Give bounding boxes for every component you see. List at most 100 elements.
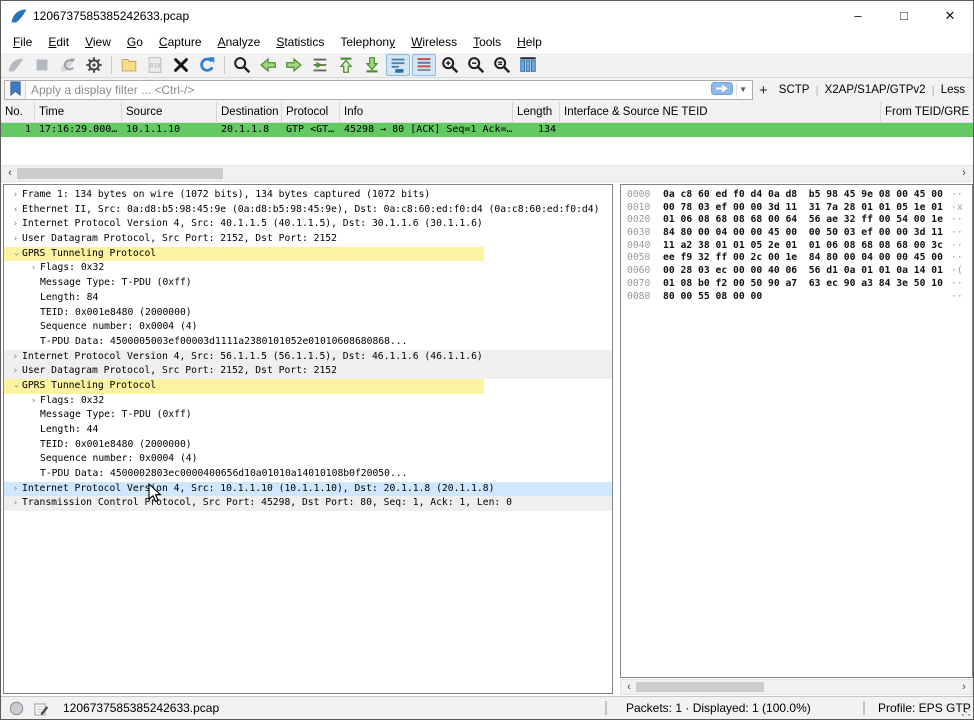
collapsed-chevron-icon[interactable]: › xyxy=(9,496,22,511)
maximize-button[interactable]: □ xyxy=(881,1,927,31)
detail-row[interactable]: ›User Datagram Protocol, Src Port: 2152,… xyxy=(4,232,612,247)
hex-row[interactable]: 004011 a2 38 01 01 05 2e 01 01 06 08 68 … xyxy=(621,240,972,253)
column-header-length[interactable]: Length xyxy=(513,102,560,122)
filter-bookmark-button[interactable] xyxy=(5,81,26,99)
filter-less-button[interactable]: Less xyxy=(936,84,970,96)
detail-row[interactable]: Sequence number: 0x0004 (4) xyxy=(4,320,612,335)
colorize-toggle[interactable] xyxy=(412,54,436,76)
detail-row[interactable]: ›Internet Protocol Version 4, Src: 40.1.… xyxy=(4,217,612,232)
detail-row[interactable]: ›Flags: 0x32 xyxy=(4,261,612,276)
go-to-packet-button[interactable] xyxy=(308,54,332,76)
hex-row[interactable]: 008080 00 55 08 00 00·· xyxy=(621,291,972,304)
resize-columns-button[interactable] xyxy=(516,54,540,76)
packet-details-pane[interactable]: ›Frame 1: 134 bytes on wire (1072 bits),… xyxy=(3,184,613,694)
add-filter-button[interactable]: + xyxy=(753,82,774,99)
hex-row[interactable]: 001000 78 03 ef 00 00 3d 11 31 7a 28 01 … xyxy=(621,202,972,215)
menu-item-file[interactable]: File xyxy=(5,31,40,53)
column-header-source[interactable]: Source xyxy=(122,102,217,122)
expert-info-button[interactable] xyxy=(9,701,24,719)
detail-row[interactable]: ›GPRS Tunneling Protocol xyxy=(4,247,612,262)
detail-row[interactable]: Sequence number: 0x0004 (4) xyxy=(4,452,612,467)
close-file-button[interactable] xyxy=(169,54,193,76)
detail-row[interactable]: ›GPRS Tunneling Protocol xyxy=(4,379,612,394)
detail-row[interactable]: Message Type: T-PDU (0xff) xyxy=(4,276,612,291)
collapsed-chevron-icon[interactable]: › xyxy=(9,482,22,497)
expanded-chevron-icon[interactable]: › xyxy=(8,380,23,393)
menu-item-capture[interactable]: Capture xyxy=(151,31,210,53)
menu-item-telephony[interactable]: Telephony xyxy=(332,31,403,53)
detail-row[interactable]: ›Internet Protocol Version 4, Src: 10.1.… xyxy=(4,482,612,497)
detail-row[interactable]: ›Transmission Control Protocol, Src Port… xyxy=(4,496,612,511)
close-button[interactable]: ✕ xyxy=(927,1,973,31)
detail-row[interactable]: ›Internet Protocol Version 4, Src: 56.1.… xyxy=(4,350,612,365)
column-header-destination[interactable]: Destination xyxy=(217,102,282,122)
expanded-chevron-icon[interactable]: › xyxy=(8,248,23,261)
go-to-bottom-button[interactable] xyxy=(360,54,384,76)
column-header-from-teid-gre-ke[interactable]: From TEID/GRE Ke xyxy=(881,102,974,122)
detail-row[interactable]: T-PDU Data: 4500005003ef00003d1111a23801… xyxy=(4,335,612,350)
detail-row[interactable]: Message Type: T-PDU (0xff) xyxy=(4,408,612,423)
hex-dump-pane[interactable]: 00000a c8 60 ed f0 d4 0a d8 b5 98 45 9e … xyxy=(620,184,973,678)
collapsed-chevron-icon[interactable]: › xyxy=(27,394,40,409)
filter-shortcut-sctp[interactable]: SCTP xyxy=(774,84,815,96)
scroll-right-icon[interactable]: › xyxy=(957,680,971,694)
collapsed-chevron-icon[interactable]: › xyxy=(27,261,40,276)
filter-shortcut-x2ap-s1ap-gtpv2[interactable]: X2AP/S1AP/GTPv2 xyxy=(820,84,931,96)
packet-row-1[interactable]: 117:16:29.000…10.1.1.1020.1.1.8GTP <GT…4… xyxy=(1,123,973,137)
column-header-protocol[interactable]: Protocol xyxy=(282,102,340,122)
detail-row[interactable]: TEID: 0x001e8480 (2000000) xyxy=(4,438,612,453)
detail-row[interactable]: ›Ethernet II, Src: 0a:d8:b5:98:45:9e (0a… xyxy=(4,203,612,218)
detail-row[interactable]: ›Flags: 0x32 xyxy=(4,394,612,409)
column-header-time[interactable]: Time xyxy=(35,102,122,122)
zoom-reset-button[interactable] xyxy=(490,54,514,76)
menu-item-help[interactable]: Help xyxy=(509,31,550,53)
capture-comment-button[interactable] xyxy=(33,701,49,720)
column-header-no-[interactable]: No. xyxy=(1,102,35,122)
column-header-interface-source-ne-teid[interactable]: Interface & Source NE TEID xyxy=(560,102,881,122)
filter-dropdown-button[interactable]: ▼ xyxy=(736,83,752,97)
go-to-top-button[interactable] xyxy=(334,54,358,76)
menu-item-edit[interactable]: Edit xyxy=(40,31,77,53)
packet-list-hscrollbar[interactable]: ‹ › xyxy=(1,165,973,182)
stop-capture-button[interactable] xyxy=(30,54,54,76)
zoom-in-button[interactable] xyxy=(438,54,462,76)
auto-scroll-toggle[interactable] xyxy=(386,54,410,76)
detail-row[interactable]: ›User Datagram Protocol, Src Port: 2152,… xyxy=(4,364,612,379)
hex-row[interactable]: 002001 06 08 68 08 68 00 64 56 ae 32 ff … xyxy=(621,214,972,227)
menu-item-view[interactable]: View xyxy=(77,31,119,53)
minimize-button[interactable]: – xyxy=(835,1,881,31)
open-file-button[interactable] xyxy=(117,54,141,76)
scroll-right-icon[interactable]: › xyxy=(957,166,971,181)
menu-item-statistics[interactable]: Statistics xyxy=(268,31,332,53)
detail-row[interactable]: TEID: 0x001e8480 (2000000) xyxy=(4,306,612,321)
collapsed-chevron-icon[interactable]: › xyxy=(9,350,22,365)
display-filter-input[interactable]: Apply a display filter ... <Ctrl-/> ▼ xyxy=(4,80,753,100)
start-capture-button[interactable] xyxy=(4,54,28,76)
find-packet-button[interactable] xyxy=(230,54,254,76)
save-file-button[interactable]: 010 xyxy=(143,54,167,76)
restart-capture-button[interactable] xyxy=(56,54,80,76)
menu-item-tools[interactable]: Tools xyxy=(465,31,509,53)
go-forward-button[interactable] xyxy=(282,54,306,76)
apply-filter-button[interactable] xyxy=(711,82,733,98)
hex-row[interactable]: 0050ee f9 32 ff 00 2c 00 1e 84 80 00 04 … xyxy=(621,252,972,265)
detail-row[interactable]: Length: 44 xyxy=(4,423,612,438)
menu-item-analyze[interactable]: Analyze xyxy=(210,31,269,53)
scroll-left-icon[interactable]: ‹ xyxy=(622,680,636,694)
collapsed-chevron-icon[interactable]: › xyxy=(9,364,22,379)
hex-row[interactable]: 003084 80 00 04 00 00 45 00 00 50 03 ef … xyxy=(621,227,972,240)
reload-file-button[interactable] xyxy=(195,54,219,76)
collapsed-chevron-icon[interactable]: › xyxy=(9,232,22,247)
hex-row[interactable]: 00000a c8 60 ed f0 d4 0a d8 b5 98 45 9e … xyxy=(621,189,972,202)
hex-row[interactable]: 007001 08 b0 f2 00 50 90 a7 63 ec 90 a3 … xyxy=(621,278,972,291)
scrollbar-thumb[interactable] xyxy=(17,168,223,179)
status-profile[interactable]: Profile: EPS GTP xyxy=(878,697,971,719)
resize-grip[interactable] xyxy=(962,708,970,716)
collapsed-chevron-icon[interactable]: › xyxy=(9,188,22,203)
zoom-out-button[interactable] xyxy=(464,54,488,76)
scroll-left-icon[interactable]: ‹ xyxy=(3,166,17,181)
capture-options-button[interactable] xyxy=(82,54,106,76)
detail-row[interactable]: Length: 84 xyxy=(4,291,612,306)
hex-pane-hscrollbar[interactable]: ‹ › xyxy=(620,679,973,695)
hex-row[interactable]: 006000 28 03 ec 00 00 40 06 56 d1 0a 01 … xyxy=(621,265,972,278)
